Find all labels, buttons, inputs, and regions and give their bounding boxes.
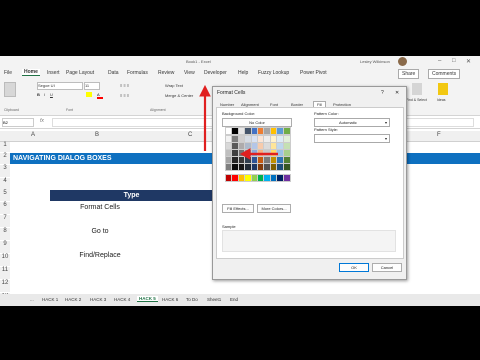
annotation-arrows <box>199 84 278 160</box>
excel-window: Book1 - Excel Lesley Wilkinson – □ ✕ Fil… <box>0 56 480 306</box>
red-arrow-icon <box>199 84 278 160</box>
